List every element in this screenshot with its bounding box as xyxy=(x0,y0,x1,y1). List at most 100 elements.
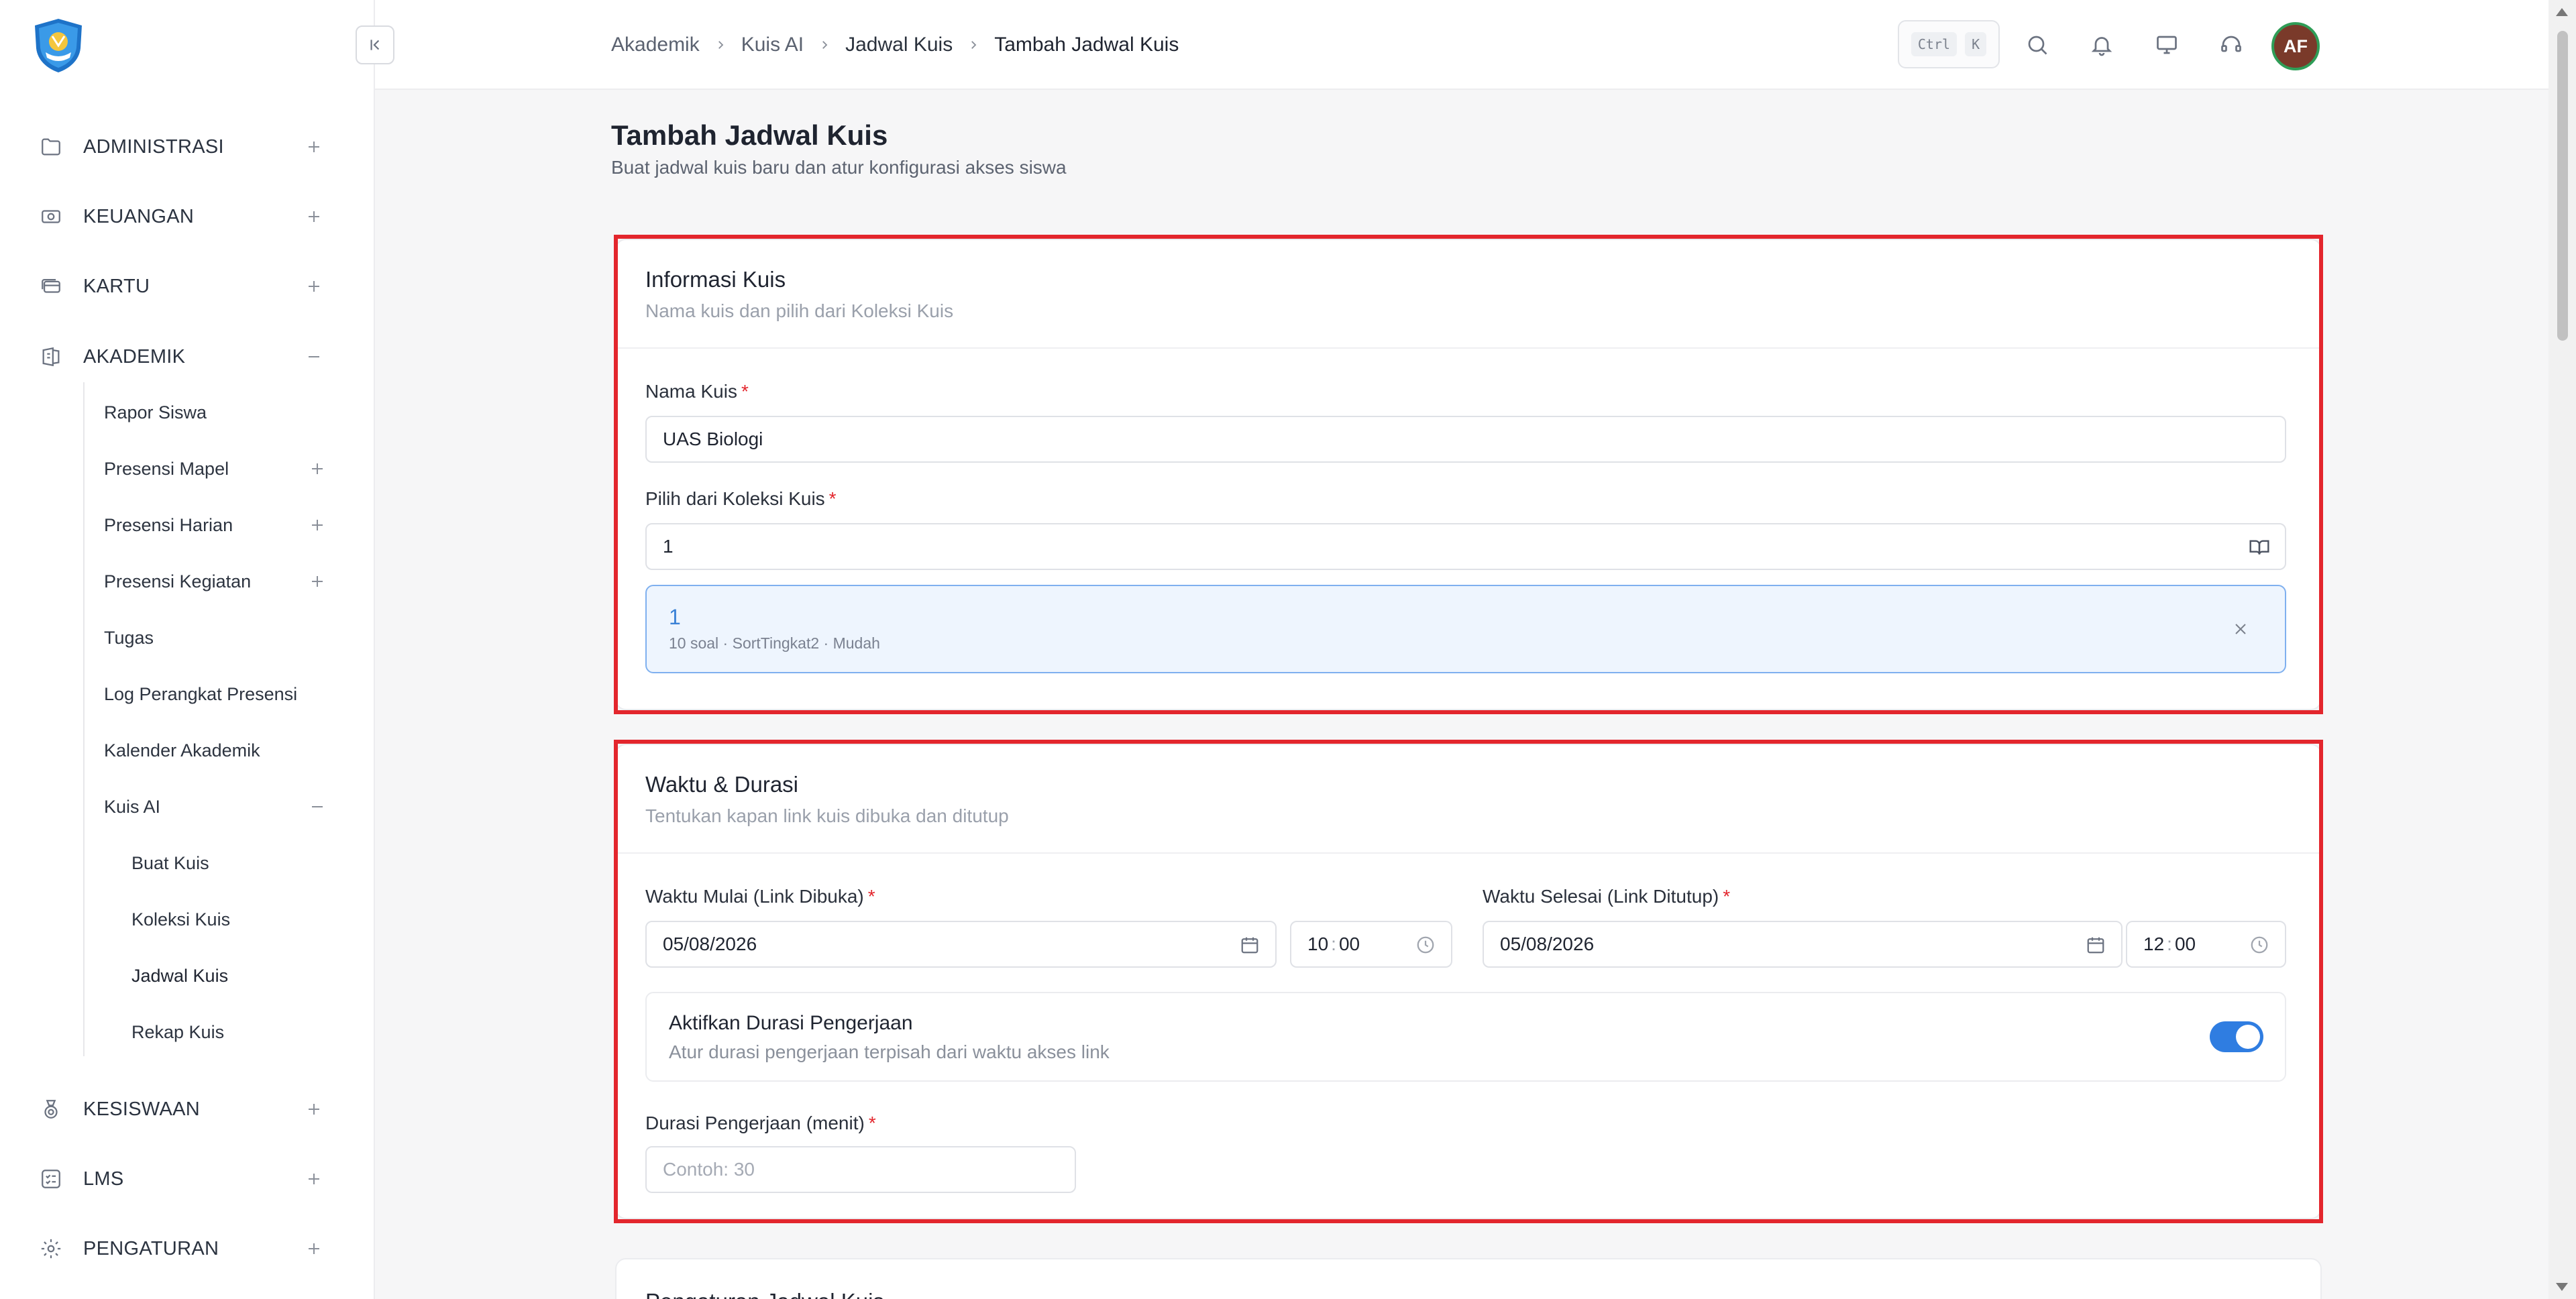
sidebar-item-presensi-mapel[interactable]: Presensi Mapel xyxy=(104,449,332,489)
nama-kuis-input[interactable]: UAS Biologi xyxy=(645,416,2286,463)
plus-icon[interactable] xyxy=(305,457,329,481)
calendar-icon[interactable] xyxy=(2084,933,2108,957)
sidebar-item-koleksi-kuis[interactable]: Koleksi Kuis xyxy=(131,899,333,940)
breadcrumb-current: Tambah Jadwal Kuis xyxy=(994,34,1179,56)
start-hour: 10 xyxy=(1307,934,1329,954)
avatar[interactable]: AF xyxy=(2271,22,2320,70)
duration-input[interactable]: Contoh: 30 xyxy=(645,1146,1076,1193)
nama-kuis-value: UAS Biologi xyxy=(663,429,763,449)
plus-icon[interactable] xyxy=(302,274,326,298)
end-hour: 12 xyxy=(2143,934,2165,954)
sidebar-item-kalender-akademik[interactable]: Kalender Akademik xyxy=(104,730,332,771)
sidebar-item-tugas[interactable]: Tugas xyxy=(104,618,332,658)
clock-icon[interactable] xyxy=(2247,933,2271,957)
monitor-icon[interactable] xyxy=(2150,28,2184,62)
collapse-sidebar-button[interactable] xyxy=(356,25,394,64)
minus-icon[interactable] xyxy=(302,345,326,369)
nav-kartu-label: KARTU xyxy=(83,275,150,297)
divider xyxy=(616,347,2320,349)
nav-administrasi[interactable]: ADMINISTRASI xyxy=(38,123,326,170)
nav-lms-label: LMS xyxy=(83,1168,124,1190)
folder-icon xyxy=(38,133,64,160)
breadcrumb-jadwal-kuis[interactable]: Jadwal Kuis xyxy=(845,34,953,56)
nav-keuangan[interactable]: KEUANGAN xyxy=(38,193,326,240)
end-date-input[interactable]: 05/08/2026 xyxy=(1483,921,2123,968)
required-mark: * xyxy=(828,488,837,509)
start-minute: 00 xyxy=(1338,934,1360,954)
calendar-icon[interactable] xyxy=(1238,933,1262,957)
app: ADMINISTRASI KEUANGAN KARTU AKADEMIK Rap… xyxy=(0,0,2576,1299)
scroll-up-arrow[interactable] xyxy=(2556,8,2568,16)
nav-lms[interactable]: LMS xyxy=(38,1155,326,1202)
sidebar-item-label: Jadwal Kuis xyxy=(131,965,229,986)
required-mark: * xyxy=(741,381,749,402)
time-card-title: Waktu & Durasi xyxy=(645,772,799,797)
selected-quiz-card[interactable]: 1 10 soal · SortTingkat2 · Mudah xyxy=(645,585,2286,673)
end-date-value: 05/08/2026 xyxy=(1500,934,1595,954)
money-icon xyxy=(38,203,64,230)
start-date-value: 05/08/2026 xyxy=(663,934,757,954)
logo[interactable] xyxy=(30,16,87,74)
plus-icon[interactable] xyxy=(305,569,329,594)
plus-icon[interactable] xyxy=(305,513,329,537)
nav-kartu[interactable]: KARTU xyxy=(38,263,326,310)
checklist-icon xyxy=(38,1166,64,1192)
sidebar-item-buat-kuis[interactable]: Buat Kuis xyxy=(131,843,333,883)
minus-icon[interactable] xyxy=(305,795,329,819)
bell-icon[interactable] xyxy=(2085,28,2118,62)
breadcrumb-akademik[interactable]: Akademik xyxy=(611,34,700,56)
selected-quiz-meta: 10 soal · SortTingkat2 · Mudah xyxy=(669,634,880,652)
submenu-guide-line xyxy=(83,382,85,1056)
end-time-input[interactable]: 12:00 xyxy=(2126,921,2286,968)
sidebar-item-rapor-siswa[interactable]: Rapor Siswa xyxy=(104,392,332,433)
sidebar-item-label: Presensi Mapel xyxy=(104,458,229,479)
start-date-input[interactable]: 05/08/2026 xyxy=(645,921,1277,968)
nav-kesiswaan[interactable]: KESISWAAN xyxy=(38,1086,326,1133)
nav-pengaturan[interactable]: PENGATURAN xyxy=(38,1225,326,1272)
end-time-label-text: Waktu Selesai (Link Ditutup) xyxy=(1483,886,1719,907)
sidebar-item-presensi-harian[interactable]: Presensi Harian xyxy=(104,505,332,545)
sidebar-item-label: Kuis AI xyxy=(104,796,161,817)
sidebar-item-jadwal-kuis[interactable]: Jadwal Kuis xyxy=(131,956,333,996)
start-time-label-text: Waktu Mulai (Link Dibuka) xyxy=(645,886,864,907)
plus-icon[interactable] xyxy=(302,1167,326,1191)
breadcrumb-kuis-ai[interactable]: Kuis AI xyxy=(741,34,804,56)
scrollbar[interactable] xyxy=(2548,0,2576,1299)
sidebar: ADMINISTRASI KEUANGAN KARTU AKADEMIK Rap… xyxy=(0,0,375,1299)
koleksi-kuis-value: 1 xyxy=(663,536,674,557)
info-card: Informasi Kuis Nama kuis dan pilih dari … xyxy=(615,239,2322,710)
koleksi-kuis-select[interactable]: 1 xyxy=(645,523,2286,570)
plus-icon[interactable] xyxy=(302,1237,326,1261)
command-palette-shortcut[interactable]: Ctrl K xyxy=(1898,20,2000,68)
sidebar-item-log-perangkat[interactable]: Log Perangkat Presensi xyxy=(104,674,332,714)
clock-icon[interactable] xyxy=(1413,933,1438,957)
search-icon[interactable] xyxy=(2021,28,2054,62)
scrollbar-thumb[interactable] xyxy=(2557,31,2568,341)
nav-akademik[interactable]: AKADEMIK xyxy=(38,333,326,380)
scroll-down-arrow[interactable] xyxy=(2556,1283,2568,1291)
close-icon[interactable] xyxy=(2230,618,2251,640)
plus-icon[interactable] xyxy=(302,205,326,229)
support-icon[interactable] xyxy=(2214,28,2248,62)
sidebar-item-kuis-ai[interactable]: Kuis AI xyxy=(104,787,332,827)
sidebar-item-presensi-kegiatan[interactable]: Presensi Kegiatan xyxy=(104,561,332,602)
book-icon[interactable] xyxy=(2247,535,2271,559)
chevron-right-icon xyxy=(714,39,727,51)
sidebar-item-label: Rekap Kuis xyxy=(131,1021,225,1042)
required-mark: * xyxy=(1723,886,1731,907)
koleksi-kuis-label: Pilih dari Koleksi Kuis * xyxy=(645,488,837,510)
sidebar-item-label: Tugas xyxy=(104,627,154,648)
duration-toggle-switch[interactable] xyxy=(2210,1021,2263,1052)
kbd-ctrl: Ctrl xyxy=(1911,32,1957,56)
sidebar-item-rekap-kuis[interactable]: Rekap Kuis xyxy=(131,1012,333,1052)
end-time-label: Waktu Selesai (Link Ditutup) * xyxy=(1483,886,1730,907)
plus-icon[interactable] xyxy=(302,1097,326,1121)
gear-icon xyxy=(38,1235,64,1262)
start-time-input[interactable]: 10:00 xyxy=(1290,921,1452,968)
duration-label-text: Durasi Pengerjaan (menit) xyxy=(645,1113,865,1133)
sidebar-item-label: Kalender Akademik xyxy=(104,740,260,760)
sidebar-item-label: Buat Kuis xyxy=(131,852,209,873)
sidebar-item-label: Presensi Harian xyxy=(104,514,233,535)
nav-keuangan-label: KEUANGAN xyxy=(83,205,195,227)
plus-icon[interactable] xyxy=(302,135,326,159)
